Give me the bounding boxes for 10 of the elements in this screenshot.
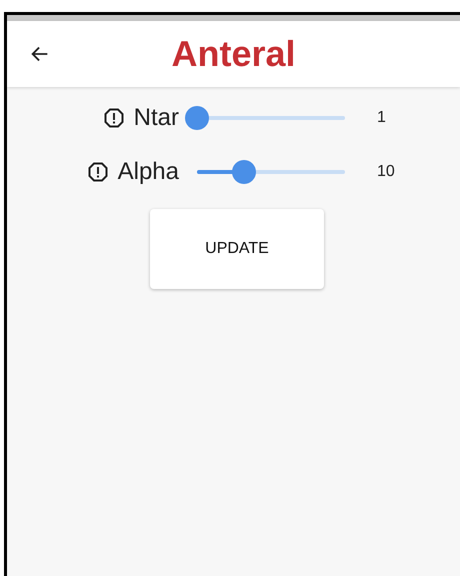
- alert-icon: [104, 108, 124, 128]
- slider-label: Ntar: [134, 104, 179, 132]
- slider-label: Alpha: [118, 158, 179, 186]
- slider-thumb[interactable]: [185, 106, 209, 130]
- slider-value: 10: [376, 163, 396, 181]
- slider-thumb[interactable]: [232, 160, 256, 184]
- alert-icon: [88, 162, 108, 182]
- app-title: Anteral: [171, 33, 296, 74]
- update-button[interactable]: UPDATE: [150, 209, 324, 289]
- slider-value: 1: [376, 109, 387, 127]
